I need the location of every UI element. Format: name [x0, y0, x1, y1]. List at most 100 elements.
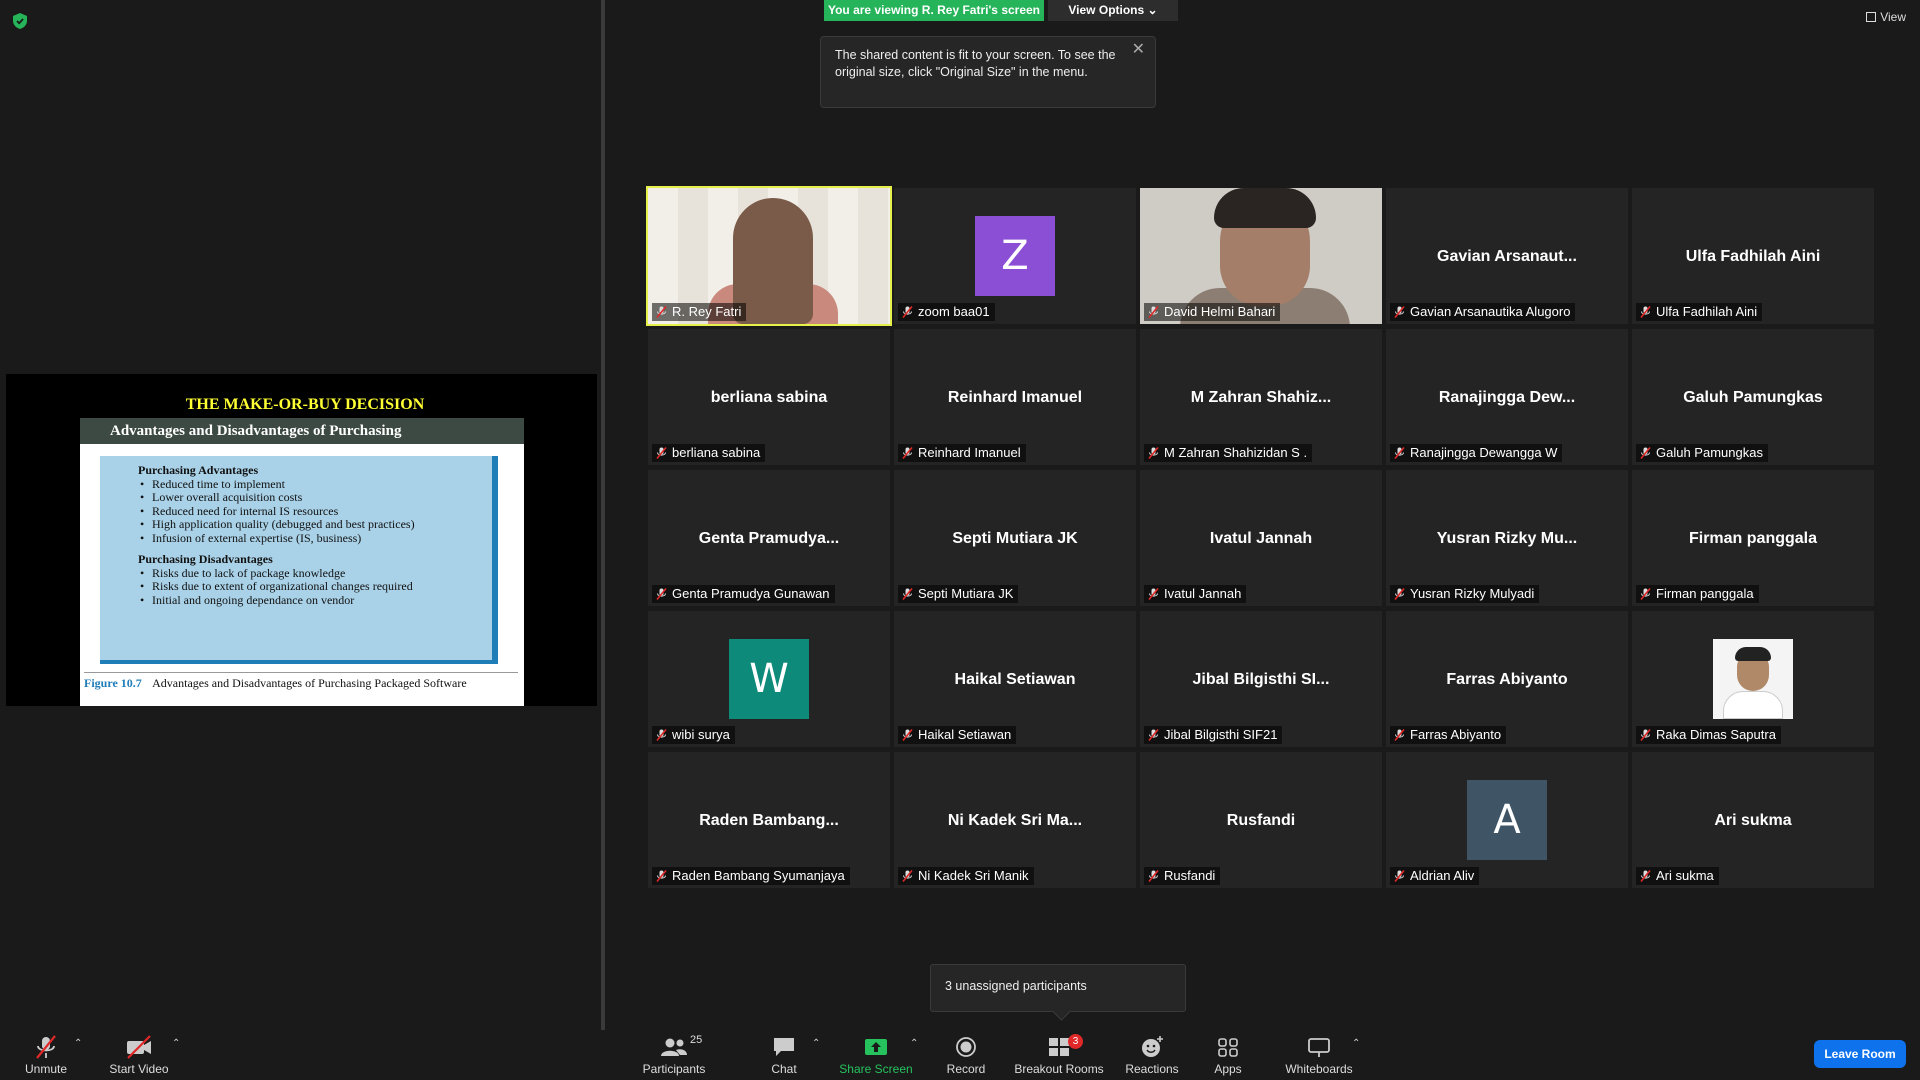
- record-button[interactable]: Record: [940, 1030, 992, 1080]
- participant-display-name: Ari sukma: [1714, 812, 1792, 829]
- share-screen-button[interactable]: Share Screen: [838, 1030, 914, 1080]
- participant-tile[interactable]: Zzoom baa01: [894, 188, 1136, 324]
- participants-icon: [661, 1038, 687, 1056]
- video-options-caret-icon[interactable]: ⌃: [172, 1038, 180, 1049]
- participant-name: Galuh Pamungkas: [1656, 445, 1763, 460]
- participant-name-label: Genta Pramudya Gunawan: [652, 585, 835, 603]
- whiteboards-label: Whiteboards: [1285, 1062, 1353, 1076]
- apps-button[interactable]: Apps: [1208, 1030, 1248, 1080]
- participant-name-label: Ivatul Jannah: [1144, 585, 1247, 603]
- pane-splitter[interactable]: [601, 0, 605, 1030]
- participant-tile[interactable]: Raka Dimas Saputra: [1632, 611, 1874, 747]
- start-video-button[interactable]: Start Video: [106, 1030, 172, 1080]
- chat-icon: [774, 1038, 794, 1056]
- participant-name-label: Firman panggala: [1636, 585, 1759, 603]
- whiteboards-button[interactable]: Whiteboards: [1280, 1030, 1358, 1080]
- participant-tile[interactable]: Wwibi surya: [648, 611, 890, 747]
- participant-name-label: Haikal Setiawan: [898, 726, 1017, 744]
- participant-tile[interactable]: Genta Pramudya... Genta Pramudya Gunawan: [648, 470, 890, 606]
- zoom-window: THE MAKE-OR-BUY DECISION Advantages and …: [0, 0, 1920, 1080]
- participant-name-label: Reinhard Imanuel: [898, 444, 1026, 462]
- participants-label: Participants: [642, 1062, 706, 1076]
- participant-name: Rusfandi: [1164, 868, 1216, 883]
- participant-name-label: Farras Abiyanto: [1390, 726, 1507, 744]
- unassigned-participants-popup[interactable]: 3 unassigned participants: [930, 964, 1186, 1012]
- participant-tile[interactable]: David Helmi Bahari: [1140, 188, 1382, 324]
- whiteboards-options-caret-icon[interactable]: ⌃: [1352, 1038, 1360, 1049]
- participant-display-name: Reinhard Imanuel: [947, 389, 1083, 406]
- whiteboard-icon: [1308, 1038, 1330, 1057]
- participant-display-name: Gavian Arsanaut...: [1437, 248, 1577, 265]
- figure-label: Figure 10.7: [84, 676, 142, 690]
- participant-name-label: Raden Bambang Syumanjaya: [652, 867, 850, 885]
- participant-display-name: Firman panggala: [1688, 530, 1818, 547]
- record-label: Record: [946, 1062, 986, 1076]
- chat-button[interactable]: Chat: [762, 1030, 806, 1080]
- view-button[interactable]: View: [1866, 10, 1906, 24]
- participant-tile[interactable]: Ulfa Fadhilah Aini Ulfa Fadhilah Aini: [1632, 188, 1874, 324]
- slide-figure: Purchasing Advantages Reduced time to im…: [100, 456, 498, 664]
- participant-tile[interactable]: Ni Kadek Sri Ma... Ni Kadek Sri Manik: [894, 752, 1136, 888]
- disadvantage-item: Risks due to lack of package knowledge: [140, 566, 492, 581]
- gallery-view-icon: [1866, 12, 1877, 22]
- figure-caption: Figure 10.7 Advantages and Disadvantages…: [84, 672, 518, 690]
- share-options-caret-icon[interactable]: ⌃: [910, 1038, 918, 1049]
- participant-tile[interactable]: M Zahran Shahiz... M Zahran Shahizidan S …: [1140, 329, 1382, 465]
- breakout-rooms-label: Breakout Rooms: [1014, 1062, 1104, 1076]
- participant-tile[interactable]: Jibal Bilgisthi SI... Jibal Bilgisthi SIF…: [1140, 611, 1382, 747]
- participant-name: David Helmi Bahari: [1164, 304, 1276, 319]
- participant-name: wibi surya: [672, 727, 730, 742]
- participant-display-name: Ni Kadek Sri Ma...: [947, 812, 1083, 829]
- participant-display-name: Raden Bambang...: [699, 812, 839, 829]
- audio-options-caret-icon[interactable]: ⌃: [74, 1038, 82, 1049]
- slide-header: Advantages and Disadvantages of Purchasi…: [80, 418, 524, 444]
- participant-tile[interactable]: Firman panggala Firman panggala: [1632, 470, 1874, 606]
- avatar: W: [729, 639, 809, 719]
- participant-tile[interactable]: A Aldrian Aliv: [1386, 752, 1628, 888]
- participant-name-label: Septi Mutiara JK: [898, 585, 1019, 603]
- participant-tile[interactable]: Haikal Setiawan Haikal Setiawan: [894, 611, 1136, 747]
- participant-tile[interactable]: Gavian Arsanaut... Gavian Arsanautika Alu…: [1386, 188, 1628, 324]
- view-options-button[interactable]: View Options ⌄: [1048, 0, 1178, 21]
- participant-tile[interactable]: Rusfandi Rusfandi: [1140, 752, 1382, 888]
- participant-tile[interactable]: Septi Mutiara JK Septi Mutiara JK: [894, 470, 1136, 606]
- participant-name-label: Raka Dimas Saputra: [1636, 726, 1781, 744]
- participant-name-label: M Zahran Shahizidan S .: [1144, 444, 1313, 462]
- participant-name-label: Ulfa Fadhilah Aini: [1636, 303, 1763, 321]
- participant-tile[interactable]: Ranajingga Dew... Ranajingga Dewangga W: [1386, 329, 1628, 465]
- close-icon[interactable]: ✕: [1132, 41, 1145, 58]
- participant-name: Haikal Setiawan: [918, 727, 1012, 742]
- shared-screen-pane[interactable]: THE MAKE-OR-BUY DECISION Advantages and …: [6, 374, 597, 706]
- participant-name: Reinhard Imanuel: [918, 445, 1021, 460]
- participant-name-label: Gavian Arsanautika Alugoro: [1390, 303, 1576, 321]
- record-icon: [956, 1037, 976, 1057]
- participant-name: zoom baa01: [918, 304, 990, 319]
- microphone-muted-icon: [36, 1035, 56, 1059]
- participant-name-label: Galuh Pamungkas: [1636, 444, 1768, 462]
- breakout-rooms-badge: 3: [1068, 1034, 1083, 1049]
- participant-tile[interactable]: Ari sukma Ari sukma: [1632, 752, 1874, 888]
- participant-name: Firman panggala: [1656, 586, 1754, 601]
- participant-tile[interactable]: Reinhard Imanuel Reinhard Imanuel: [894, 329, 1136, 465]
- unmute-button[interactable]: Unmute: [18, 1030, 74, 1080]
- security-shield-icon[interactable]: [12, 12, 28, 30]
- participant-tile[interactable]: berliana sabina berliana sabina: [648, 329, 890, 465]
- leave-room-button[interactable]: Leave Room: [1814, 1040, 1906, 1068]
- breakout-rooms-button[interactable]: Breakout Rooms: [1012, 1030, 1106, 1080]
- start-video-label: Start Video: [109, 1062, 169, 1076]
- participant-name-label: Aldrian Aliv: [1390, 867, 1480, 885]
- participant-tile[interactable]: R. Rey Fatri: [646, 186, 892, 326]
- slide-title: THE MAKE-OR-BUY DECISION: [185, 396, 425, 413]
- participant-tile[interactable]: Yusran Rizky Mu... Yusran Rizky Mulyadi: [1386, 470, 1628, 606]
- participant-tile[interactable]: Ivatul Jannah Ivatul Jannah: [1140, 470, 1382, 606]
- meeting-toolbar: Unmute ⌃ Start Video ⌃ Participants 25 C…: [0, 1030, 1920, 1080]
- participant-name-label: David Helmi Bahari: [1144, 303, 1281, 321]
- participant-tile[interactable]: Farras Abiyanto Farras Abiyanto: [1386, 611, 1628, 747]
- chat-options-caret-icon[interactable]: ⌃: [812, 1038, 820, 1049]
- participant-name: Raden Bambang Syumanjaya: [672, 868, 845, 883]
- participant-name: Yusran Rizky Mulyadi: [1410, 586, 1535, 601]
- advantage-item: Infusion of external expertise (IS, busi…: [140, 531, 492, 546]
- participant-tile[interactable]: Raden Bambang... Raden Bambang Syumanjaya: [648, 752, 890, 888]
- participant-tile[interactable]: Galuh Pamungkas Galuh Pamungkas: [1632, 329, 1874, 465]
- reactions-button[interactable]: Reactions: [1124, 1030, 1180, 1080]
